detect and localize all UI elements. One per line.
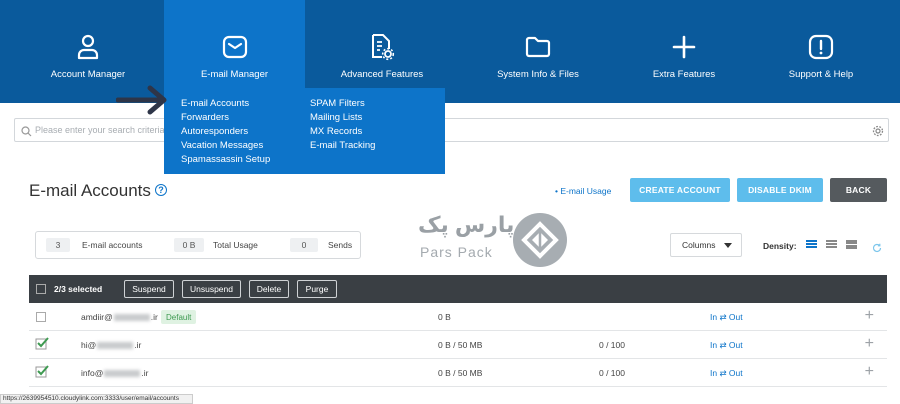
plus-icon [672, 33, 696, 61]
delete-button[interactable]: Delete [249, 280, 289, 298]
mail-icon [222, 33, 248, 61]
expand-plus-icon[interactable]: + [865, 335, 874, 353]
usage-cell: 0 B / 50 MB [438, 340, 483, 350]
selected-count: 2/3 selected [54, 284, 103, 294]
caret-down-icon [724, 243, 732, 248]
menu-item-autoresponders[interactable]: Autoresponders [181, 126, 248, 137]
expand-plus-icon[interactable]: + [865, 307, 874, 325]
menu-item-spam-filters[interactable]: SPAM Filters [310, 98, 365, 109]
nav-system-info[interactable]: System Info & Files [488, 0, 588, 103]
table-row[interactable]: info@ .ir 0 B / 50 MB 0 / 100 In ⇄ Out + [29, 359, 887, 387]
nav-label: E-mail Manager [200, 69, 269, 80]
watermark-logo-icon [512, 212, 568, 273]
alert-icon [808, 33, 834, 61]
email-address: amdiir@ .ir [81, 312, 158, 322]
nav-support-help[interactable]: Support & Help [771, 0, 871, 103]
disable-dkim-button[interactable]: DISABLE DKIM [737, 178, 823, 202]
nav-label: Extra Features [652, 69, 716, 80]
usage-value: 0 B [174, 238, 204, 252]
density-normal-icon[interactable] [826, 240, 837, 250]
menu-item-forwarders[interactable]: Forwarders [181, 112, 229, 123]
menu-item-vacation-messages[interactable]: Vacation Messages [181, 140, 263, 151]
default-badge: Default [161, 310, 197, 324]
accounts-count: 3 [46, 238, 70, 252]
page-title: E-mail Accounts [29, 181, 151, 200]
email-manager-dropdown: E-mail Accounts Forwarders Autoresponder… [164, 88, 445, 174]
pointer-arrow-icon [115, 84, 174, 121]
watermark-text: پارس پک [418, 212, 515, 237]
suspend-button[interactable]: Suspend [124, 280, 174, 298]
checked-checkbox-icon[interactable] [35, 364, 49, 383]
menu-item-mx-records[interactable]: MX Records [310, 126, 362, 137]
table-row[interactable]: amdiir@ .ir Default 0 B In ⇄ Out + [29, 303, 887, 331]
unsuspend-button[interactable]: Unsuspend [182, 280, 241, 298]
purge-button[interactable]: Purge [297, 280, 337, 298]
menu-item-spamassassin-setup[interactable]: Spamassassin Setup [181, 154, 270, 165]
nav-label: Support & Help [788, 69, 854, 80]
nav-label: Advanced Features [340, 69, 424, 80]
density-label: Density: [763, 241, 797, 251]
sends-cell: 0 / 100 [599, 340, 625, 350]
sends-label: Sends [328, 240, 353, 250]
sends-cell: 0 / 100 [599, 368, 625, 378]
table-row[interactable]: hi@ .ir 0 B / 50 MB 0 / 100 In ⇄ Out + [29, 331, 887, 359]
usage-cell: 0 B [438, 312, 451, 322]
columns-label: Columns [682, 240, 716, 250]
help-icon[interactable]: ? [155, 184, 167, 196]
in-out-link[interactable]: In ⇄ Out [710, 368, 743, 379]
usage-label: Total Usage [213, 240, 258, 250]
search-icon [21, 124, 32, 142]
menu-item-mailing-lists[interactable]: Mailing Lists [310, 112, 362, 123]
nav-extra-features[interactable]: Extra Features [634, 0, 734, 103]
file-gear-icon [369, 33, 395, 61]
nav-label: System Info & Files [497, 69, 579, 80]
menu-item-email-tracking[interactable]: E-mail Tracking [310, 140, 375, 151]
create-account-button[interactable]: CREATE ACCOUNT [630, 178, 730, 202]
row-checkbox[interactable] [36, 312, 46, 322]
browser-status-url: https://2639954510.cloudylink.com:3333/u… [0, 394, 193, 404]
folder-icon [525, 33, 551, 61]
bulk-actions-bar: 2/3 selected Suspend Unsuspend Delete Pu… [29, 275, 887, 303]
sends-value: 0 [290, 238, 318, 252]
in-out-link[interactable]: In ⇄ Out [710, 340, 743, 351]
email-address: hi@ .ir [81, 340, 142, 350]
select-all-checkbox[interactable] [36, 284, 46, 294]
user-icon [77, 33, 99, 61]
accounts-label: E-mail accounts [82, 240, 143, 250]
usage-cell: 0 B / 50 MB [438, 368, 483, 378]
menu-item-email-accounts[interactable]: E-mail Accounts [181, 98, 249, 109]
expand-plus-icon[interactable]: + [865, 363, 874, 381]
density-compact-icon[interactable] [806, 240, 817, 250]
email-usage-link[interactable]: • E-mail Usage [555, 186, 611, 196]
in-out-link[interactable]: In ⇄ Out [710, 312, 743, 323]
email-address: info@ .ir [81, 368, 149, 378]
refresh-icon[interactable] [872, 240, 882, 258]
columns-dropdown[interactable]: Columns [670, 233, 742, 257]
back-button[interactable]: BACK [830, 178, 887, 202]
nav-label: Account Manager [50, 69, 126, 80]
watermark-subtext: Pars Pack [420, 244, 493, 260]
density-comfortable-icon[interactable] [846, 240, 857, 250]
gear-icon[interactable] [872, 124, 884, 142]
stats-summary: 3 E-mail accounts 0 B Total Usage 0 Send… [35, 231, 361, 259]
search-bar [14, 118, 889, 142]
search-input[interactable] [35, 122, 165, 138]
checked-checkbox-icon[interactable] [35, 336, 49, 355]
